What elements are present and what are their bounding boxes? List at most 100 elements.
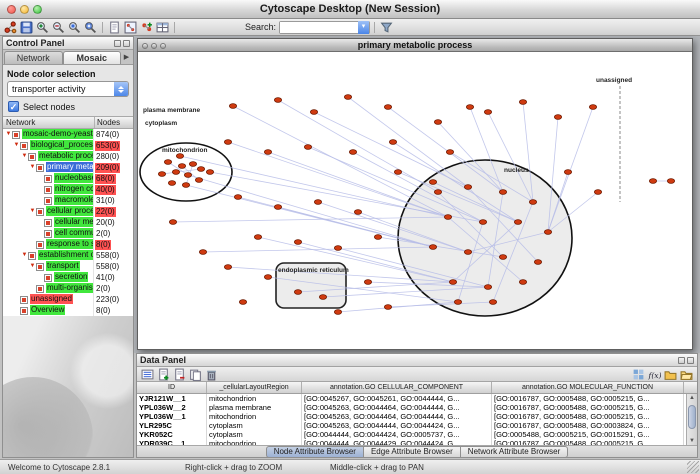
tree-row-overview[interactable]: Overview8(0) xyxy=(3,305,133,316)
select-nodes-checkbox[interactable]: ✓ xyxy=(8,101,19,112)
grid-icon[interactable] xyxy=(631,367,646,381)
delete-table-icon[interactable] xyxy=(204,367,219,381)
network-node[interactable] xyxy=(168,181,175,186)
table-row[interactable]: YDR039C__1mitochondrion[GO:0044444, GO:0… xyxy=(137,439,697,445)
tree-column-nodes[interactable]: Nodes xyxy=(95,117,133,128)
dropdown-arrows-icon[interactable] xyxy=(114,82,128,96)
network-node[interactable] xyxy=(499,255,506,260)
network-node[interactable] xyxy=(484,285,491,290)
network-node[interactable] xyxy=(544,230,551,235)
column-header[interactable]: annotation.GO MOLECULAR_FUNCTION xyxy=(492,382,684,393)
network-node[interactable] xyxy=(195,178,202,183)
expand-arrow-icon[interactable]: ▼ xyxy=(13,140,20,151)
table-row[interactable]: YJR121W__1mitochondrion[GO:0045267, GO:0… xyxy=(137,394,697,403)
tree-row-response-to-stimulu[interactable]: response to stimulu8(0) xyxy=(3,239,133,250)
network-node[interactable] xyxy=(334,246,341,251)
network-node[interactable] xyxy=(314,200,321,205)
network-node[interactable] xyxy=(354,210,361,215)
expand-arrow-icon[interactable]: ▼ xyxy=(29,206,36,217)
scroll-down-icon[interactable]: ▼ xyxy=(687,437,697,445)
network-node[interactable] xyxy=(319,295,326,300)
network-node[interactable] xyxy=(429,180,436,185)
tree-row-multi-organism-proc[interactable]: multi-organism proc2(0) xyxy=(3,283,133,294)
network-view-titlebar[interactable]: primary metabolic process xyxy=(138,39,692,52)
annotation-icon[interactable] xyxy=(107,20,122,34)
network-node[interactable] xyxy=(304,145,311,150)
frame-close-button[interactable] xyxy=(142,43,148,49)
tree-row-secretion[interactable]: secretion41(0) xyxy=(3,272,133,283)
network-node[interactable] xyxy=(519,280,526,285)
network-node[interactable] xyxy=(564,170,571,175)
network-node[interactable] xyxy=(178,164,185,169)
network-node[interactable] xyxy=(234,195,241,200)
network-node[interactable] xyxy=(479,220,486,225)
network-node[interactable] xyxy=(466,105,473,110)
table-row[interactable]: YPL036W__1mitochondrion[GO:0045263, GO:0… xyxy=(137,412,697,421)
network-node[interactable] xyxy=(206,170,213,175)
network-canvas[interactable]: plasma membranecytoplasmmitochondrionnuc… xyxy=(138,52,692,349)
network-node[interactable] xyxy=(489,300,496,305)
tree-row-macromolecule-m[interactable]: macromolecule m31(0) xyxy=(3,195,133,206)
tree-row-cellular-process[interactable]: ▼cellular process22(0) xyxy=(3,206,133,217)
tab-node-attribute-browser[interactable]: Node Attribute Browser xyxy=(266,446,364,458)
tree-column-network[interactable]: Network xyxy=(3,117,95,128)
network-node[interactable] xyxy=(197,167,204,172)
window-zoom-button[interactable] xyxy=(33,5,42,14)
network-node[interactable] xyxy=(434,190,441,195)
network-node[interactable] xyxy=(229,104,236,109)
save-icon[interactable] xyxy=(19,20,34,34)
close-panel-icon[interactable] xyxy=(123,40,130,47)
network-node[interactable] xyxy=(172,170,179,175)
resize-grip[interactable] xyxy=(687,461,699,473)
network-node[interactable] xyxy=(464,185,471,190)
node-color-dropdown[interactable]: transporter activity xyxy=(7,81,129,97)
table-row[interactable]: YPL036W__2plasma membrane[GO:0045263, GO… xyxy=(137,403,697,412)
network-node[interactable] xyxy=(499,190,506,195)
network-node[interactable] xyxy=(310,110,317,115)
network-new-icon[interactable] xyxy=(3,20,18,34)
window-close-button[interactable] xyxy=(7,5,16,14)
network-node[interactable] xyxy=(176,154,183,159)
float-panel-icon[interactable] xyxy=(114,40,121,47)
network-node[interactable] xyxy=(446,150,453,155)
network-node[interactable] xyxy=(534,260,541,265)
search-input[interactable] xyxy=(280,22,358,33)
network-node[interactable] xyxy=(349,150,356,155)
filter-icon[interactable] xyxy=(379,20,394,34)
frame-maximize-button[interactable] xyxy=(160,43,166,49)
table-row[interactable]: YLR295Ccytoplasm[GO:0045263, GO:0044444,… xyxy=(137,421,697,430)
tree-row-establishment-of-lo[interactable]: ▼establishment of lo558(0) xyxy=(3,250,133,261)
function-icon[interactable]: f(x) xyxy=(647,367,662,381)
column-header[interactable]: ID xyxy=(137,382,207,393)
tree-row-transport[interactable]: ▼transport558(0) xyxy=(3,261,133,272)
network-node[interactable] xyxy=(344,95,351,100)
table-scrollbar[interactable]: ▲ ▼ xyxy=(686,394,697,445)
expand-arrow-icon[interactable]: ▼ xyxy=(29,261,36,272)
tree-row-biological-process[interactable]: ▼biological_process653(0) xyxy=(3,140,133,151)
network-node[interactable] xyxy=(254,235,261,240)
network-node[interactable] xyxy=(169,220,176,225)
scrollbar-thumb[interactable] xyxy=(688,405,696,429)
network-node[interactable] xyxy=(334,310,341,315)
folder-icon[interactable] xyxy=(663,367,678,381)
expand-arrow-icon[interactable]: ▼ xyxy=(21,151,28,162)
select-attributes-icon[interactable] xyxy=(140,367,155,381)
network-node[interactable] xyxy=(374,235,381,240)
table-import-icon[interactable] xyxy=(155,20,170,34)
network-node[interactable] xyxy=(182,183,189,188)
frame-minimize-button[interactable] xyxy=(151,43,157,49)
network-node[interactable] xyxy=(429,245,436,250)
tree-row-metabolic-process[interactable]: ▼metabolic process280(0) xyxy=(3,151,133,162)
network-node[interactable] xyxy=(199,250,206,255)
tab-network-attribute-browser[interactable]: Network Attribute Browser xyxy=(460,446,568,458)
zoom-out-icon[interactable] xyxy=(51,20,66,34)
column-header[interactable]: _cellularLayoutRegion xyxy=(207,382,302,393)
network-overview-icon[interactable] xyxy=(123,20,138,34)
network-node[interactable] xyxy=(649,179,656,184)
window-minimize-button[interactable] xyxy=(20,5,29,14)
network-node[interactable] xyxy=(158,172,165,177)
tab-scroll-right-icon[interactable]: ▶ xyxy=(121,51,132,64)
tree-row-mosaic-demo-yeast[interactable]: ▼mosaic-demo-yeast874(0) xyxy=(3,129,133,140)
network-node[interactable] xyxy=(394,170,401,175)
network-node[interactable] xyxy=(589,105,596,110)
